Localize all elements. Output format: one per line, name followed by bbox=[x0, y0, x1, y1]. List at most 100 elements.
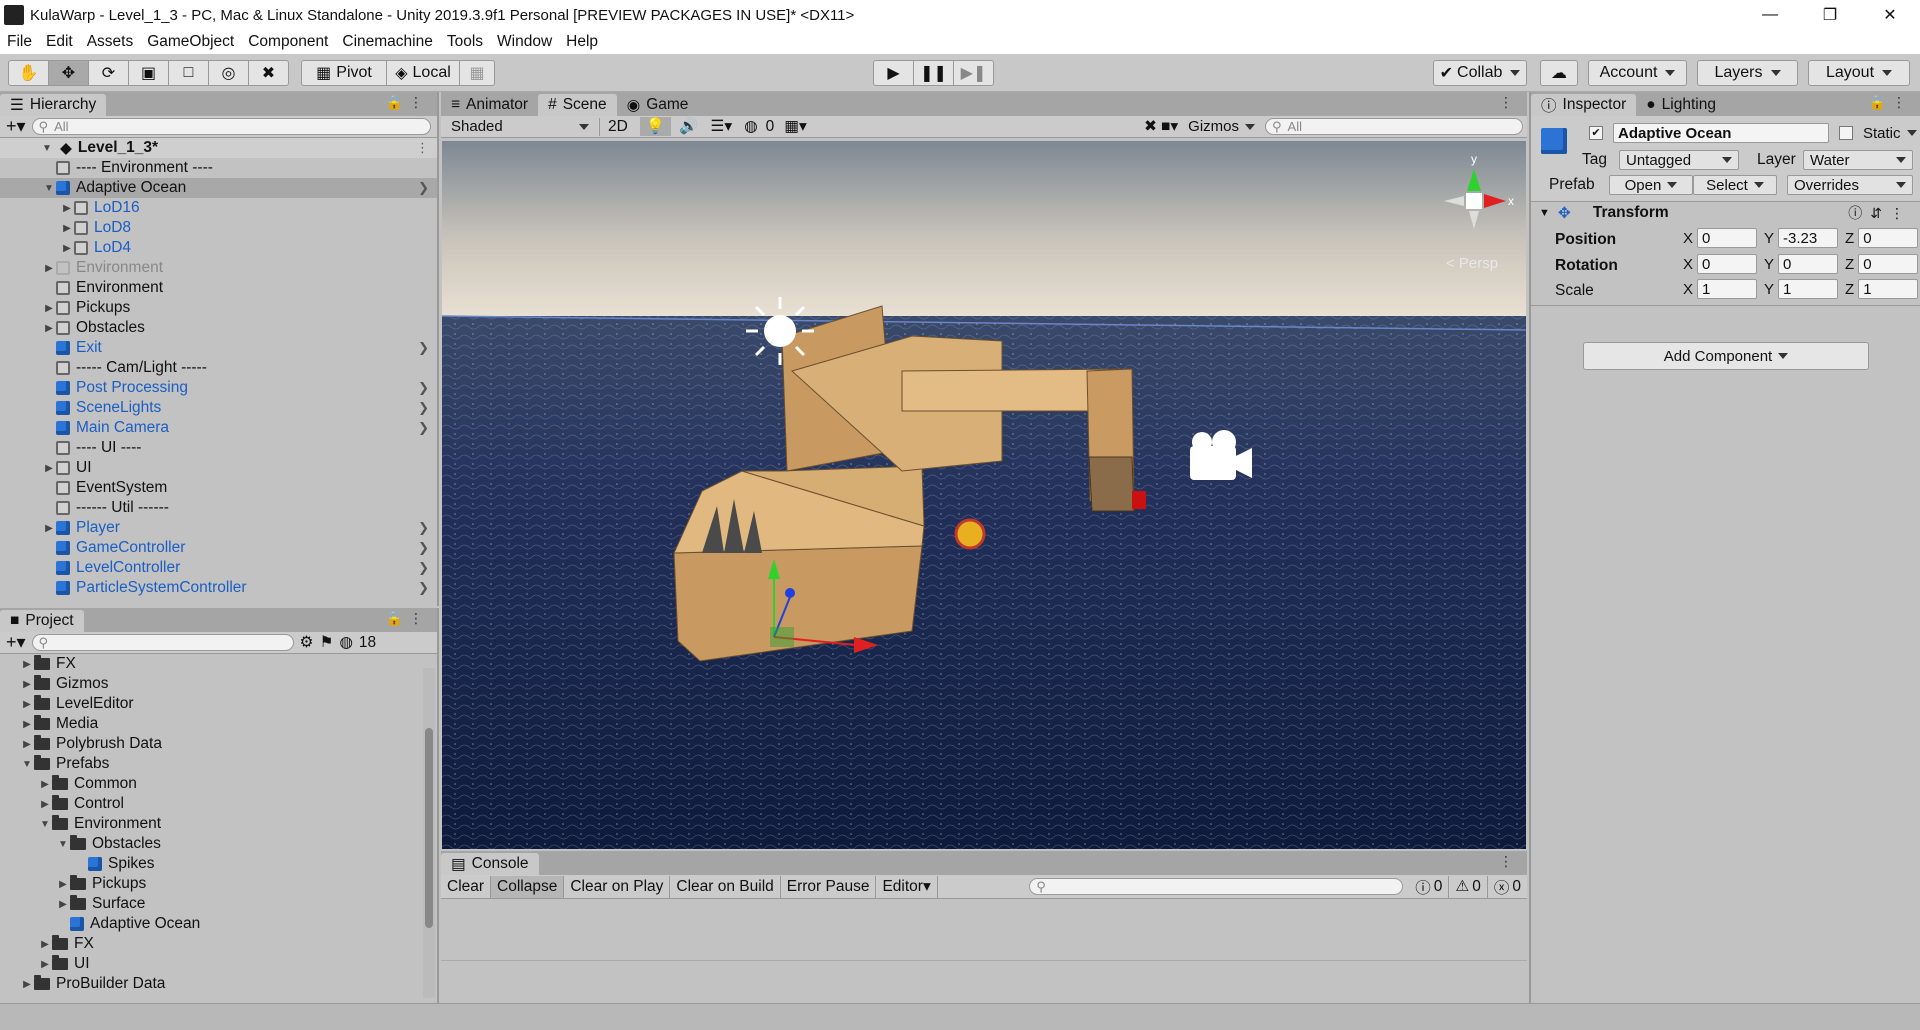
project-item[interactable]: ▼ Prefabs bbox=[0, 754, 437, 774]
layers-dropdown[interactable]: Layers bbox=[1697, 60, 1798, 86]
tab-scene[interactable]: # Scene bbox=[538, 94, 617, 116]
expand-arrow-icon[interactable]: ▶ bbox=[38, 959, 52, 970]
editor-dropdown[interactable]: Editor ▾ bbox=[876, 875, 938, 898]
project-item[interactable]: ▶ Surface bbox=[0, 894, 437, 914]
tab-hierarchy[interactable]: ☰ Hierarchy bbox=[0, 94, 107, 116]
project-item[interactable]: ▶ Media bbox=[0, 714, 437, 734]
expand-arrow-icon[interactable]: ▶ bbox=[56, 879, 70, 890]
tab-console[interactable]: ▤ Console bbox=[441, 853, 539, 875]
collapse-button[interactable]: Collapse bbox=[491, 875, 565, 898]
scale-tool-icon[interactable]: ▣ bbox=[128, 60, 169, 86]
scale-y-field[interactable]: 1 bbox=[1778, 279, 1839, 299]
tab-game[interactable]: ◉ Game bbox=[617, 94, 699, 116]
grid-snap-icon[interactable]: ▦ bbox=[459, 60, 495, 86]
project-item[interactable]: ▶ ProBuilder Data bbox=[0, 974, 437, 994]
hidden-packages-icon[interactable]: ◍ bbox=[339, 633, 353, 652]
project-item[interactable]: ▶ Control bbox=[0, 794, 437, 814]
menu-edit[interactable]: Edit bbox=[39, 33, 80, 51]
hierarchy-item[interactable]: ▶ LoD16 bbox=[0, 198, 437, 218]
open-prefab-chevron-icon[interactable]: ❯ bbox=[418, 420, 429, 436]
position-z-field[interactable]: 0 bbox=[1858, 228, 1919, 248]
transform-tool-icon[interactable]: ◎ bbox=[208, 60, 249, 86]
create-plus-icon[interactable]: +▾ bbox=[6, 116, 26, 137]
clear-on-play-button[interactable]: Clear on Play bbox=[564, 875, 671, 898]
open-prefab-chevron-icon[interactable]: ❯ bbox=[418, 380, 429, 396]
hierarchy-item[interactable]: ---- Environment ---- bbox=[0, 158, 437, 178]
menu-tools[interactable]: Tools bbox=[440, 33, 490, 51]
open-prefab-chevron-icon[interactable]: ❯ bbox=[418, 180, 429, 196]
expand-arrow-icon[interactable]: ▶ bbox=[42, 323, 56, 334]
tools-icon[interactable]: ✖ bbox=[1144, 117, 1157, 136]
error-pause-button[interactable]: Error Pause bbox=[781, 875, 877, 898]
gameobject-name-field[interactable]: Adaptive Ocean bbox=[1613, 123, 1829, 143]
project-item[interactable]: ▶ FX bbox=[0, 654, 437, 674]
hand-tool-icon[interactable]: ✋ bbox=[8, 60, 49, 86]
rotation-y-field[interactable]: 0 bbox=[1778, 254, 1839, 274]
expand-arrow-icon[interactable]: ▶ bbox=[20, 699, 34, 710]
component-help-icon[interactable]: ⓘ⇵⋮ bbox=[1848, 203, 1912, 223]
project-item[interactable]: ▶ Pickups bbox=[0, 874, 437, 894]
tab-inspector[interactable]: ⓘ Inspector bbox=[1531, 94, 1637, 116]
hierarchy-item[interactable]: ----- Cam/Light ----- bbox=[0, 358, 437, 378]
hierarchy-item[interactable]: EventSystem bbox=[0, 478, 437, 498]
transform-header[interactable]: ▼ ✥ Transform ⓘ⇵⋮ bbox=[1531, 202, 1920, 224]
menu-file[interactable]: File bbox=[0, 33, 39, 51]
menu-cinemachine[interactable]: Cinemachine bbox=[335, 33, 439, 51]
rect-tool-icon[interactable]: □ bbox=[168, 60, 209, 86]
hierarchy-item[interactable]: Environment bbox=[0, 278, 437, 298]
warning-filter-toggle[interactable]: ⚠ 0 bbox=[1449, 875, 1488, 898]
expand-arrow-icon[interactable]: ▶ bbox=[20, 979, 34, 990]
close-button[interactable]: ✕ bbox=[1860, 0, 1920, 30]
pivot-toggle[interactable]: ▦ Pivot bbox=[301, 60, 387, 86]
open-prefab-chevron-icon[interactable]: ❯ bbox=[418, 400, 429, 416]
menu-help[interactable]: Help bbox=[559, 33, 605, 51]
position-y-field[interactable]: -3.23 bbox=[1778, 228, 1839, 248]
project-item[interactable]: ▶ Polybrush Data bbox=[0, 734, 437, 754]
project-item[interactable]: ▶ Gizmos bbox=[0, 674, 437, 694]
project-item[interactable]: Adaptive Ocean bbox=[0, 914, 437, 934]
expand-arrow-icon[interactable]: ▶ bbox=[42, 523, 56, 534]
expand-arrow-icon[interactable]: ▶ bbox=[38, 779, 52, 790]
project-item[interactable]: ▼ Obstacles bbox=[0, 834, 437, 854]
expand-arrow-icon[interactable]: ▶ bbox=[38, 939, 52, 950]
hierarchy-item[interactable]: ▶ UI bbox=[0, 458, 437, 478]
panel-lock-icon[interactable]: 🔒⋮ bbox=[1869, 94, 1912, 111]
project-item[interactable]: ▶ FX bbox=[0, 934, 437, 954]
tab-lighting[interactable]: ● Lighting bbox=[1636, 94, 1726, 116]
project-item[interactable]: ▼ Environment bbox=[0, 814, 437, 834]
2d-toggle[interactable]: 2D bbox=[599, 117, 636, 136]
clear-on-build-button[interactable]: Clear on Build bbox=[670, 875, 781, 898]
expand-arrow-icon[interactable]: ▶ bbox=[56, 899, 70, 910]
hierarchy-item[interactable]: ▶ Pickups bbox=[0, 298, 437, 318]
hidden-objects-icon[interactable]: ◍ bbox=[740, 117, 762, 136]
expand-arrow-icon[interactable]: ▶ bbox=[42, 463, 56, 474]
scene-menu-icon[interactable]: ⋮ bbox=[416, 140, 429, 156]
hierarchy-item[interactable]: Main Camera ❯ bbox=[0, 418, 437, 438]
project-item[interactable]: ▶ Common bbox=[0, 774, 437, 794]
error-filter-toggle[interactable]: ⓧ 0 bbox=[1488, 876, 1527, 898]
step-icon[interactable]: ▶❚ bbox=[953, 60, 994, 86]
static-checkbox[interactable] bbox=[1839, 126, 1853, 140]
prefab-overrides-dropdown[interactable]: Overrides bbox=[1787, 175, 1913, 195]
expand-arrow-icon[interactable]: ▼ bbox=[56, 839, 70, 850]
expand-arrow-icon[interactable]: ▶ bbox=[20, 679, 34, 690]
panel-lock-icon[interactable]: 🔒⋮ bbox=[386, 610, 429, 627]
expand-arrow-icon[interactable]: ▼ bbox=[42, 183, 56, 194]
expand-arrow-icon[interactable]: ▶ bbox=[38, 799, 52, 810]
foldout-arrow-icon[interactable]: ▼ bbox=[1539, 207, 1550, 219]
menu-window[interactable]: Window bbox=[490, 33, 559, 51]
create-plus-icon[interactable]: +▾ bbox=[6, 632, 26, 653]
expand-arrow-icon[interactable]: ▶ bbox=[60, 243, 74, 254]
lighting-toggle-icon[interactable]: 💡 bbox=[639, 117, 672, 136]
open-prefab-chevron-icon[interactable]: ❯ bbox=[418, 580, 429, 596]
hierarchy-search-input[interactable]: ⚲ All bbox=[31, 118, 431, 135]
hierarchy-item[interactable]: ▶ LoD8 bbox=[0, 218, 437, 238]
expand-arrow-icon[interactable]: ▶ bbox=[60, 223, 74, 234]
open-prefab-chevron-icon[interactable]: ❯ bbox=[418, 560, 429, 576]
expand-arrow-icon[interactable]: ▼ bbox=[20, 759, 34, 770]
info-filter-toggle[interactable]: ⓘ 0 bbox=[1409, 875, 1450, 898]
project-scrollbar[interactable] bbox=[423, 668, 435, 998]
open-prefab-chevron-icon[interactable]: ❯ bbox=[418, 540, 429, 556]
hierarchy-item[interactable]: LevelController ❯ bbox=[0, 558, 437, 578]
hierarchy-item[interactable]: ------ Util ------ bbox=[0, 498, 437, 518]
